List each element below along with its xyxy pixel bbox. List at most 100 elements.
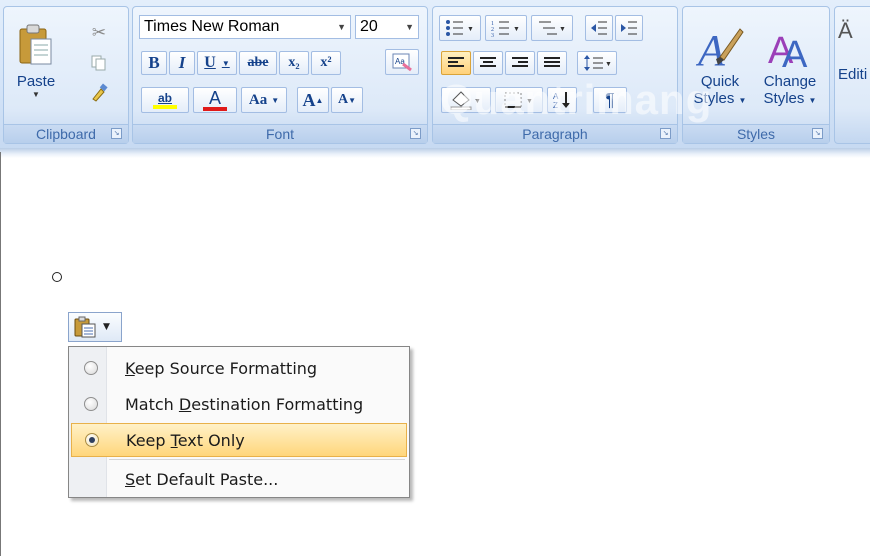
shrink-font-button[interactable]: A ▼ (331, 87, 363, 113)
strikethrough-button[interactable]: abe (239, 51, 277, 75)
scissors-icon: ✂ (91, 23, 107, 42)
change-styles-button[interactable]: A A Change Styles ▼ (755, 13, 825, 117)
svg-text:▼: ▼ (526, 97, 533, 105)
quick-styles-label-2: Styles ▼ (693, 90, 747, 107)
highlight-color-bar (153, 105, 177, 109)
change-styles-icon: A A (768, 30, 808, 73)
cut-button[interactable]: ✂ (84, 21, 114, 45)
multilevel-list-button[interactable]: ▼ (531, 15, 573, 41)
show-formatting-marks-button[interactable]: ¶ (593, 87, 627, 113)
pilcrow-icon: ¶ (605, 89, 615, 110)
clear-formatting-icon: Aa (392, 53, 412, 72)
align-right-button[interactable] (505, 51, 535, 75)
keep-source-formatting-item[interactable]: Keep Source Formatting (71, 351, 407, 385)
change-case-icon: Aa (248, 91, 268, 108)
sort-button[interactable]: AZ (547, 87, 577, 113)
clipboard-group-label: Clipboard (4, 124, 128, 143)
numbering-button[interactable]: 1 2 3 ▼ (485, 15, 527, 41)
paste-dropdown-arrow-icon[interactable]: ▼ (32, 90, 40, 99)
svg-text:A: A (782, 34, 808, 73)
increase-indent-icon (621, 21, 637, 35)
svg-text:A: A (553, 92, 559, 101)
grow-font-button[interactable]: A ▲ (297, 87, 329, 113)
radio-icon (84, 397, 98, 411)
justify-icon (544, 57, 560, 67)
ribbon: Paste ▼ ✂ Clipboard ↘ Times New Roman ▼ … (0, 0, 870, 152)
justify-button[interactable] (537, 51, 567, 75)
align-center-button[interactable] (473, 51, 503, 75)
svg-text:▼: ▼ (474, 97, 481, 105)
clipboard-launcher-icon[interactable]: ↘ (111, 128, 122, 139)
strikethrough-icon: abe (247, 55, 269, 70)
styles-launcher-icon[interactable]: ↘ (812, 128, 823, 139)
align-left-button[interactable] (441, 51, 471, 75)
menu-separator (109, 459, 405, 460)
editing-label: Editi (838, 65, 868, 83)
font-size-value: 20 (360, 18, 378, 35)
font-name-dropdown[interactable]: Times New Roman ▼ (139, 15, 351, 39)
align-right-icon (512, 57, 528, 67)
paste-label: Paste (16, 73, 56, 90)
highlight-button[interactable]: ab (141, 87, 189, 113)
font-group-label: Font (133, 124, 427, 143)
keep-text-only-label: Keep Text Only (126, 430, 245, 450)
radio-selected-icon (85, 433, 99, 447)
chevron-down-icon[interactable]: ▼ (337, 16, 346, 38)
font-size-dropdown[interactable]: 20 ▼ (355, 15, 419, 39)
decrease-indent-button[interactable] (585, 15, 613, 41)
superscript-button[interactable]: x² (311, 51, 341, 75)
borders-button[interactable]: ▼ (495, 87, 543, 113)
svg-text:3: 3 (491, 33, 494, 37)
italic-icon: I (178, 53, 186, 72)
chevron-down-icon[interactable]: ▼ (103, 322, 110, 332)
styles-group-label: Styles (683, 124, 829, 143)
copy-button[interactable] (84, 51, 114, 75)
quick-styles-label-1: Quick (700, 73, 740, 90)
paint-bucket-icon: ▼ (450, 91, 481, 110)
shading-button[interactable]: ▼ (441, 87, 491, 113)
svg-text:▼: ▼ (513, 25, 520, 33)
subscript-icon: x₂ (288, 55, 300, 70)
editing-button[interactable]: Ä Editi (837, 13, 870, 117)
subscript-button[interactable]: x₂ (279, 51, 309, 75)
paste-options-menu: Keep Source Formatting Match Destination… (68, 346, 410, 498)
align-center-icon (480, 57, 496, 67)
bold-button[interactable]: B (141, 51, 167, 75)
decrease-indent-icon (591, 21, 607, 35)
paste-options-button[interactable]: ▼ (68, 312, 122, 342)
font-color-button[interactable]: A (193, 87, 237, 113)
clipboard-paste-icon (19, 24, 52, 65)
font-launcher-icon[interactable]: ↘ (410, 128, 421, 139)
paste-button[interactable]: Paste ▼ (10, 11, 62, 111)
quick-styles-button[interactable]: A Quick Styles ▼ (685, 13, 755, 117)
change-case-button[interactable]: Aa ▼ (241, 87, 287, 113)
format-painter-icon (92, 83, 108, 102)
paragraph-launcher-icon[interactable]: ↘ (660, 128, 671, 139)
line-spacing-button[interactable]: ▼ (577, 51, 617, 75)
change-styles-label-1: Change (763, 73, 817, 90)
styles-group: A Quick Styles ▼ A A Change Styles ▼ Sty… (682, 6, 830, 144)
paragraph-group: ▼ 1 2 3 ▼ ▼ ▼ ▼ ▼ A Z ¶ Paragraph ↘ (432, 6, 678, 144)
set-default-paste-item[interactable]: Set Default Paste... (71, 462, 407, 496)
align-left-icon (448, 57, 464, 67)
sort-icon: AZ (553, 92, 570, 110)
clear-formatting-button[interactable]: Aa (385, 49, 419, 75)
bullet-point (52, 272, 62, 282)
clipboard-group: Paste ▼ ✂ Clipboard ↘ (3, 6, 129, 144)
font-color-bar (203, 107, 227, 111)
format-painter-button[interactable] (84, 81, 114, 105)
grow-font-icon: A (302, 89, 316, 110)
bullets-button[interactable]: ▼ (439, 15, 481, 41)
numbering-icon: 123▼ (491, 21, 520, 37)
italic-button[interactable]: I (169, 51, 195, 75)
svg-text:▼: ▼ (467, 25, 474, 33)
editing-group: Ä Editi (834, 6, 870, 144)
increase-indent-button[interactable] (615, 15, 643, 41)
keep-text-only-item[interactable]: Keep Text Only (71, 423, 407, 457)
font-group: Times New Roman ▼ 20 ▼ B I U ▼ abe x₂ x² … (132, 6, 428, 144)
bold-icon: B (148, 53, 160, 72)
chevron-down-icon[interactable]: ▼ (405, 16, 414, 38)
underline-button[interactable]: U ▼ (197, 51, 237, 75)
underline-icon: U (204, 54, 216, 71)
match-destination-formatting-item[interactable]: Match Destination Formatting (71, 387, 407, 421)
